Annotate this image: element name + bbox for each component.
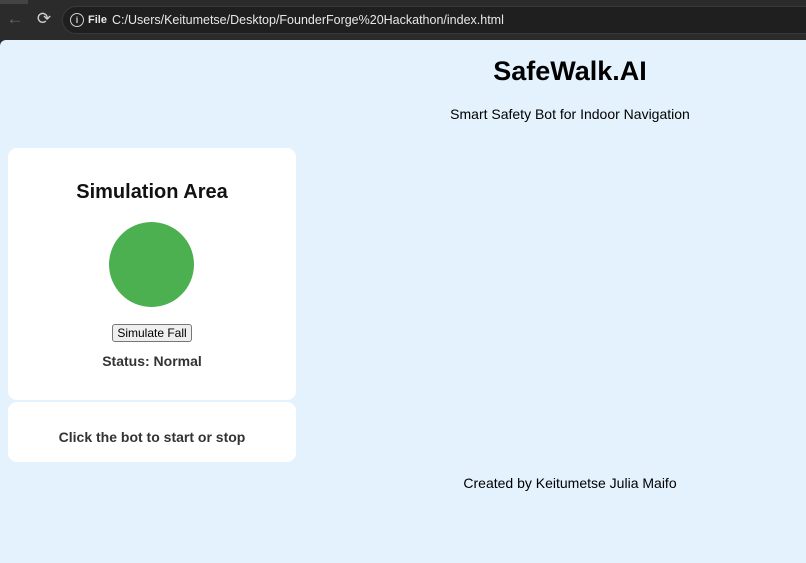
page-title: SafeWalk.AI bbox=[493, 56, 647, 86]
simulation-heading: Simulation Area bbox=[76, 181, 228, 203]
status-text: Status: Normal bbox=[8, 353, 296, 369]
info-icon[interactable]: i bbox=[70, 13, 84, 27]
browser-toolbar: ← ⟳ i File C:/Users/Keitumetse/Desktop/F… bbox=[0, 0, 806, 40]
url-text[interactable]: C:/Users/Keitumetse/Desktop/FounderForge… bbox=[112, 13, 504, 27]
status-label: Status: bbox=[102, 353, 150, 369]
footer-credit: Created by Keitumetse Julia Maifo bbox=[463, 475, 677, 491]
simulate-fall-button[interactable]: Simulate Fall bbox=[112, 324, 192, 342]
status-value: Normal bbox=[153, 353, 202, 369]
page-viewport: SafeWalk.AI Smart Safety Bot for Indoor … bbox=[0, 40, 806, 563]
tab-strip-stub bbox=[0, 0, 28, 4]
instruction-card: Click the bot to start or stop bbox=[8, 402, 296, 462]
reload-icon[interactable]: ⟳ bbox=[35, 10, 53, 28]
url-scheme-label: File bbox=[88, 14, 107, 26]
bot-circle[interactable] bbox=[109, 222, 194, 307]
address-bar[interactable]: i File C:/Users/Keitumetse/Desktop/Found… bbox=[62, 6, 806, 34]
page-subtitle: Smart Safety Bot for Indoor Navigation bbox=[450, 106, 690, 122]
instruction-text: Click the bot to start or stop bbox=[58, 429, 246, 445]
back-arrow-icon[interactable]: ← bbox=[6, 10, 24, 28]
simulation-card: Simulation Area Simulate Fall Status: No… bbox=[8, 148, 296, 400]
